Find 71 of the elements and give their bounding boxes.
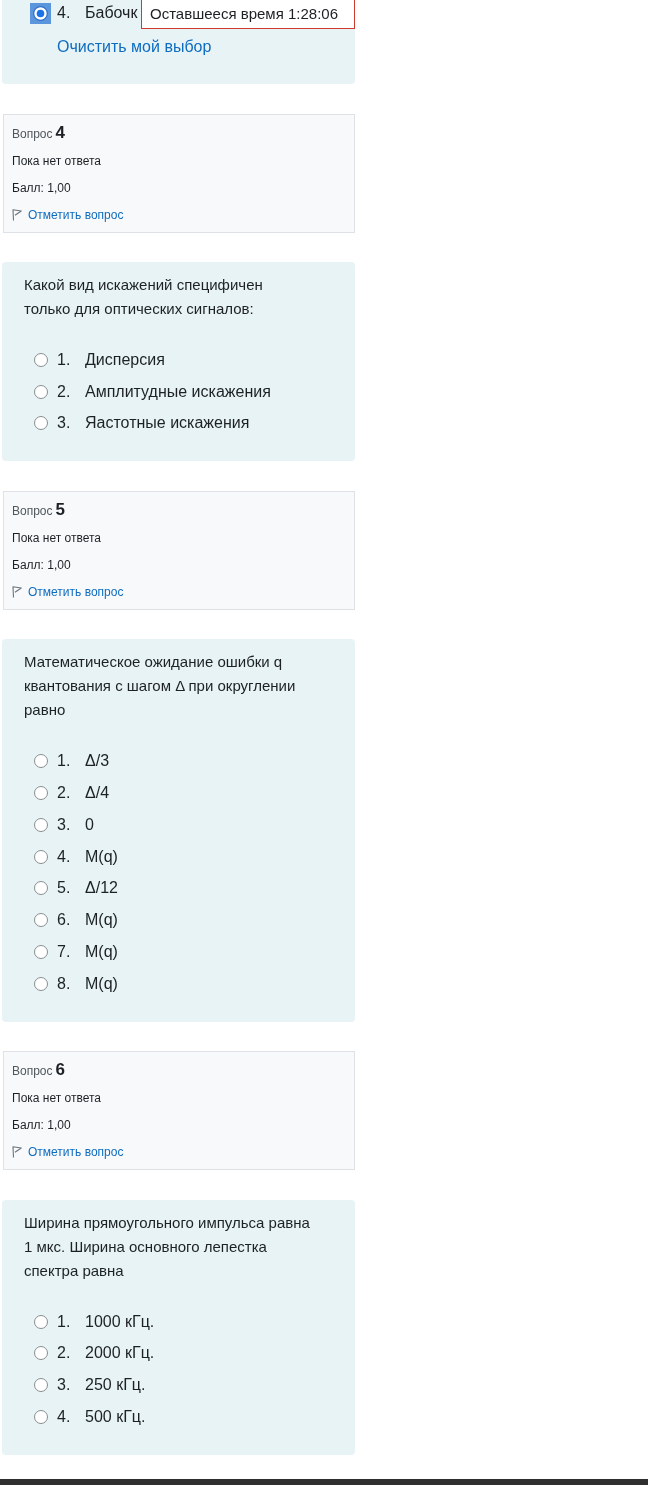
option-text: Бабочк <box>85 3 138 23</box>
radio-button[interactable] <box>33 1378 48 1393</box>
option-number: 3. <box>57 413 72 434</box>
option-text: M(q) <box>85 942 118 963</box>
option-number: 4. <box>57 3 72 23</box>
radio-button[interactable] <box>33 352 48 367</box>
score-text: Балл: 1,00 <box>12 1117 71 1135</box>
question-label: Вопрос <box>12 125 53 142</box>
option-number: 1. <box>57 349 72 370</box>
radio-button[interactable] <box>33 786 48 801</box>
flag-icon <box>12 1146 22 1159</box>
question-number: 6 <box>55 1060 65 1081</box>
option-text: Δ/4 <box>85 783 110 804</box>
question-label: Вопрос <box>12 502 53 519</box>
score-text: Балл: 1,00 <box>12 179 71 197</box>
option-text: M(q) <box>85 973 118 994</box>
radio-button[interactable] <box>33 1410 48 1425</box>
clear-choice-link[interactable]: Очистить мой выбор <box>57 36 212 58</box>
radio-button[interactable] <box>33 384 48 399</box>
flag-icon <box>12 208 22 221</box>
option-number: 1. <box>57 1311 72 1332</box>
score-text: Балл: 1,00 <box>12 556 71 574</box>
option-text: Яастотные искажения <box>85 413 250 434</box>
status-text: Пока нет ответа <box>12 529 101 547</box>
option-number: 8. <box>57 973 72 994</box>
option-number: 3. <box>57 1375 72 1396</box>
radio-button[interactable] <box>33 1346 48 1361</box>
option-text: 250 кГц. <box>85 1375 146 1396</box>
flag-icon <box>12 585 22 598</box>
radio-button[interactable] <box>33 945 48 960</box>
question-text: Математическое ожидание ошибки q квантования с шагом Δ при округлении равно <box>24 652 297 721</box>
option-number: 4. <box>57 1407 72 1428</box>
radio-button[interactable] <box>33 849 48 864</box>
remaining-time-box: Оставшееся время 1:28:06 <box>141 0 355 29</box>
option-number: 2. <box>57 381 72 402</box>
option-text: Δ/3 <box>85 751 110 772</box>
question-label: Вопрос <box>12 1063 53 1080</box>
option-number: 6. <box>57 910 72 931</box>
flag-question-link[interactable]: Отметить вопрос <box>12 582 124 601</box>
radio-button[interactable] <box>33 881 48 896</box>
option-text: 0 <box>85 814 94 835</box>
radio-button[interactable] <box>33 817 48 832</box>
status-text: Пока нет ответа <box>12 1090 101 1108</box>
option-text: M(q) <box>85 846 118 867</box>
question-number: 5 <box>55 499 65 520</box>
option-text: 1000 кГц. <box>85 1311 155 1332</box>
option-text: M(q) <box>85 910 118 931</box>
option-number: 2. <box>57 783 72 804</box>
option-text: 500 кГц. <box>85 1407 146 1428</box>
radio-button[interactable] <box>33 976 48 991</box>
option-number: 3. <box>57 814 72 835</box>
option-number: 5. <box>57 878 72 899</box>
radio-button[interactable] <box>30 2 51 24</box>
option-number: 2. <box>57 1343 72 1364</box>
option-number: 4. <box>57 846 72 867</box>
radio-button[interactable] <box>33 754 48 769</box>
option-number: 7. <box>57 942 72 963</box>
option-text: 2000 кГц. <box>85 1343 155 1364</box>
question-text: Какой вид искажений специфичен только для оптических сигналов: <box>24 275 264 319</box>
status-text: Пока нет ответа <box>12 152 101 170</box>
option-number: 1. <box>57 751 72 772</box>
question-number: 4 <box>55 122 65 143</box>
radio-button[interactable] <box>33 1314 48 1329</box>
radio-button[interactable] <box>33 913 48 928</box>
flag-question-link[interactable]: Отметить вопрос <box>12 205 124 224</box>
flag-question-link[interactable]: Отметить вопрос <box>12 1143 124 1162</box>
question-text: Ширина прямоугольного импульса равна 1 мкс. Ширина основного лепестка спектра равна <box>24 1212 311 1281</box>
option-text: Дисперсия <box>85 349 165 370</box>
option-text: Δ/12 <box>85 878 118 899</box>
option-text: Амплитудные искажения <box>85 381 271 402</box>
radio-button[interactable] <box>33 416 48 431</box>
